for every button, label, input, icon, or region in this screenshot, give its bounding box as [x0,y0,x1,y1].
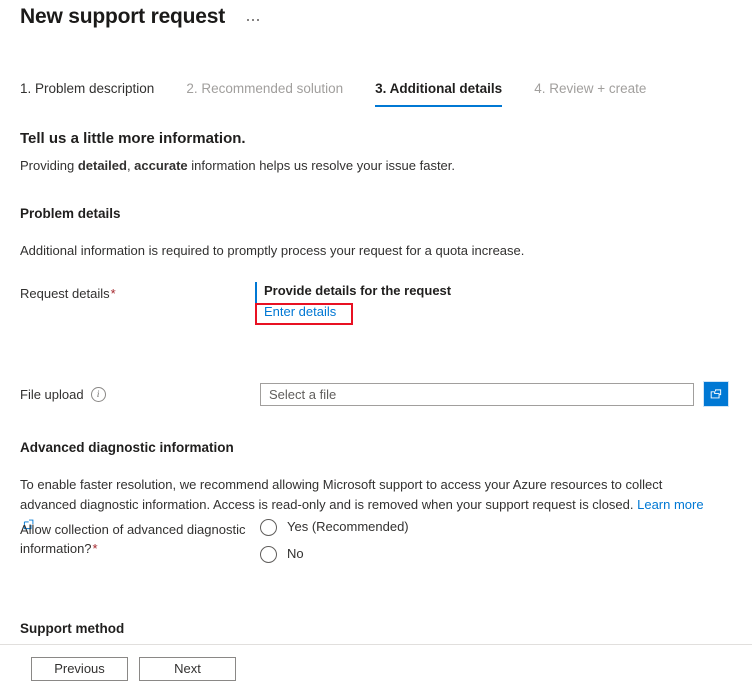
page-header: New support request [20,2,261,32]
radio-circle-icon [260,545,277,563]
request-details-label-text: Request details [20,286,110,301]
provide-details-title: Provide details for the request [264,283,452,298]
more-options-ellipsis-icon[interactable] [245,15,261,25]
info-icon[interactable]: i [90,387,106,402]
tab-problem-description[interactable]: 1. Problem description [20,80,154,107]
wizard-tabs: 1. Problem description 2. Recommended so… [20,80,678,107]
next-button[interactable]: Next [139,657,236,681]
ellipsis-dot [252,19,255,21]
intro-sub-bold-accurate: accurate [134,158,188,173]
request-details-block: Provide details for the request Enter de… [255,282,555,321]
file-upload-label: File upload i [20,384,260,404]
problem-details-description: Additional information is required to pr… [20,243,525,258]
radio-option-no-label: No [287,546,304,561]
intro-heading: Tell us a little more information. [20,130,246,147]
intro-sub-bold-detailed: detailed [77,158,127,173]
diagnostics-consent-label: Allow collection of advanced diagnostic … [20,518,260,558]
ellipsis-dot [257,19,260,21]
request-details-label: Request details* [20,283,260,303]
tab-recommended-solution[interactable]: 2. Recommended solution [186,80,343,107]
advanced-diagnostics-heading: Advanced diagnostic information [20,440,234,455]
page-title: New support request [20,5,226,28]
browse-file-button[interactable] [704,382,728,406]
footer-actions: Previous Next [31,657,236,681]
radio-option-no[interactable]: No [260,545,409,563]
intro-subtext: Providing detailed, accurate information… [20,156,732,176]
diagnostics-consent-options: Yes (Recommended) No [260,518,409,563]
diagnostics-consent-label-text: Allow collection of advanced diagnostic … [20,522,246,556]
file-upload-label-text: File upload [20,387,84,402]
tab-additional-details[interactable]: 3. Additional details [375,80,503,107]
main-content: Tell us a little more information. Provi… [20,128,732,303]
intro-sub-suffix: information helps us resolve your issue … [187,158,456,173]
radio-option-yes[interactable]: Yes (Recommended) [260,518,409,536]
radio-circle-icon [260,518,277,536]
diagnostics-consent-row: Allow collection of advanced diagnostic … [20,518,409,563]
required-asterisk: * [92,541,98,556]
tab-review-create[interactable]: 4. Review + create [534,80,646,107]
learn-more-link[interactable]: Learn more [637,497,703,512]
advanced-diagnostics-text: To enable faster resolution, we recommen… [20,477,663,512]
enter-details-link[interactable]: Enter details [264,303,336,321]
previous-button[interactable]: Previous [31,657,128,681]
radio-option-yes-label: Yes (Recommended) [287,519,409,534]
footer-divider [0,644,752,645]
folder-open-icon [710,389,722,399]
support-method-heading: Support method [20,621,125,636]
ellipsis-dot [247,19,250,21]
file-upload-row: File upload i [20,382,732,406]
request-details-accent-bar: Provide details for the request Enter de… [255,282,555,321]
file-upload-input[interactable] [260,382,694,406]
intro-sub-prefix: Providing [20,158,78,173]
problem-details-heading: Problem details [20,206,121,221]
required-asterisk: * [110,286,116,301]
